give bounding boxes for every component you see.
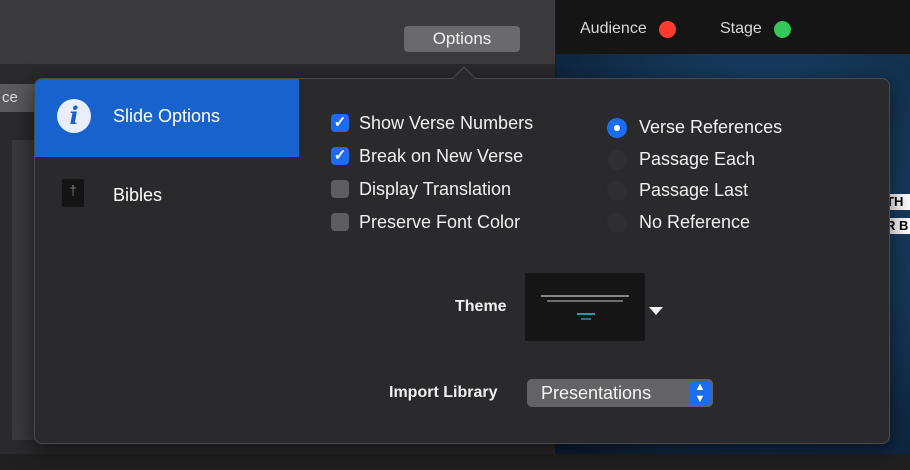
stage-label: Stage	[720, 20, 762, 37]
radio-label: No Reference	[639, 212, 751, 232]
checkbox-box	[331, 180, 349, 198]
checkmark-icon: ✓	[331, 147, 349, 165]
radio-dot	[607, 181, 627, 201]
radio-dot	[607, 150, 627, 170]
audience-label: Audience	[580, 20, 647, 37]
checkmark-icon: ✓	[331, 114, 349, 132]
chevron-down-icon[interactable]	[649, 307, 663, 315]
sidebar-item-slide-options[interactable]: i Slide Options	[35, 79, 299, 157]
thumbnail-reference-line	[577, 313, 595, 315]
import-library-select[interactable]: Presentations ▲ ▼	[527, 379, 713, 407]
select-value: Presentations	[541, 383, 652, 403]
theme-thumbnail[interactable]	[525, 273, 645, 341]
library-tab[interactable]: ce	[0, 84, 36, 112]
radio-dot	[607, 213, 627, 233]
bible-icon: †	[62, 179, 84, 207]
checkbox-label: Display Translation	[359, 179, 512, 199]
slide-options-popover: i Slide Options Bibles † ✓ Show Verse Nu…	[34, 78, 890, 444]
checkbox-label: Break on New Verse	[359, 146, 524, 166]
library-list	[12, 140, 36, 440]
chevron-updown-icon: ▲ ▼	[689, 381, 711, 405]
audience-status-dot	[659, 20, 677, 38]
stage-status-dot	[774, 20, 792, 38]
stage-status[interactable]: Stage	[720, 20, 792, 38]
checkbox-label: Preserve Font Color	[359, 212, 521, 232]
sidebar-item-label: Slide Options	[113, 106, 221, 126]
import-library-label: Import Library	[389, 384, 498, 401]
radio-label: Passage Last	[639, 180, 749, 200]
theme-label: Theme	[455, 298, 507, 315]
sidebar-item-label: Bibles	[113, 185, 163, 205]
thumbnail-text-line	[547, 300, 623, 302]
bottom-bar	[0, 454, 910, 470]
thumbnail-text-line	[541, 295, 629, 297]
checkbox-box	[331, 213, 349, 231]
radio-dot	[607, 118, 627, 138]
radio-label: Verse References	[639, 117, 783, 137]
checkbox-label: Show Verse Numbers	[359, 113, 534, 133]
radio-label: Passage Each	[639, 149, 756, 169]
info-icon: i	[57, 99, 91, 133]
thumbnail-reference-line	[581, 318, 591, 320]
popover-arrow-fill	[452, 68, 476, 80]
audience-status[interactable]: Audience	[580, 20, 677, 38]
options-button[interactable]: Options	[404, 26, 520, 52]
